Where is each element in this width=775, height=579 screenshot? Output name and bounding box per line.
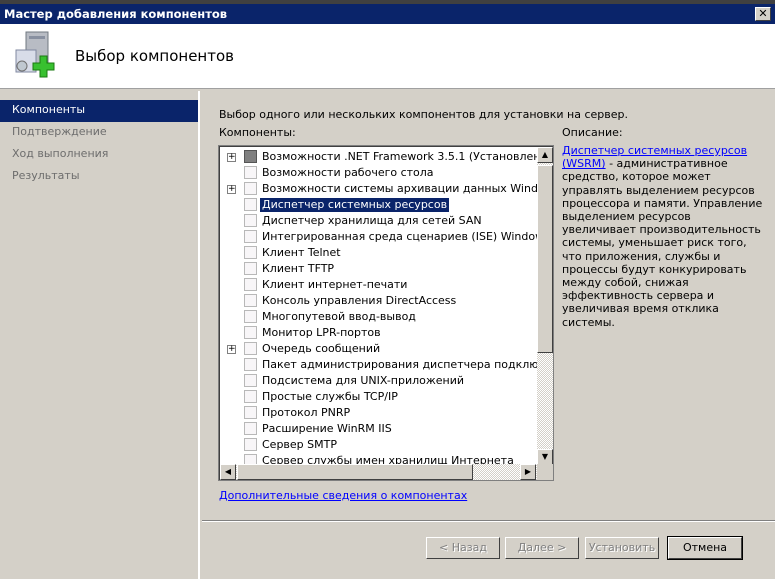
component-label: Расширение WinRM IIS bbox=[262, 422, 392, 435]
component-item[interactable]: Протокол PNRP bbox=[219, 405, 539, 421]
expand-icon[interactable]: + bbox=[227, 345, 236, 354]
component-checkbox[interactable] bbox=[244, 294, 257, 307]
component-item[interactable]: Подсистема для UNIX-приложений bbox=[219, 373, 539, 389]
component-item[interactable]: Диспетчер хранилища для сетей SAN bbox=[219, 213, 539, 229]
scroll-right-button[interactable]: ▶ bbox=[520, 464, 536, 480]
components-label: Компоненты: bbox=[219, 126, 296, 139]
component-item[interactable]: Пакет администрирования диспетчера подкл… bbox=[219, 357, 553, 373]
component-item[interactable]: Клиент интернет-печати bbox=[219, 277, 539, 293]
component-label: Возможности системы архивации данных Win… bbox=[262, 182, 553, 195]
component-checkbox[interactable] bbox=[244, 182, 257, 195]
component-label: Возможности .NET Framework 3.5.1 (Устано… bbox=[262, 150, 552, 163]
close-button[interactable]: ✕ bbox=[755, 7, 771, 21]
component-checkbox[interactable] bbox=[244, 198, 257, 211]
component-checkbox[interactable] bbox=[244, 310, 257, 323]
component-label: Диспетчер системных ресурсов bbox=[260, 198, 450, 212]
component-label: Возможности рабочего стола bbox=[262, 166, 434, 179]
component-checkbox[interactable] bbox=[244, 326, 257, 339]
nav-item-progress[interactable]: Ход выполнения bbox=[0, 144, 198, 166]
nav-item-results[interactable]: Результаты bbox=[0, 166, 198, 188]
component-item[interactable]: Многопутевой ввод-вывод bbox=[219, 309, 539, 325]
component-checkbox[interactable] bbox=[244, 374, 257, 387]
component-item[interactable]: + Возможности .NET Framework 3.5.1 (Устан… bbox=[219, 149, 551, 165]
more-info-link[interactable]: Дополнительные сведения о компонентах bbox=[219, 489, 467, 502]
component-item[interactable]: + Очередь сообщений bbox=[219, 341, 539, 357]
component-label: Клиент TFTP bbox=[262, 262, 335, 275]
component-item[interactable]: Сервер SMTP bbox=[219, 437, 539, 453]
scroll-down-button[interactable]: ▼ bbox=[537, 449, 553, 465]
scroll-corner bbox=[537, 464, 553, 480]
component-checkbox[interactable] bbox=[244, 342, 257, 355]
component-label: Подсистема для UNIX-приложений bbox=[262, 374, 465, 387]
component-checkbox[interactable] bbox=[244, 214, 257, 227]
install-button[interactable]: Установить bbox=[585, 537, 659, 559]
component-item[interactable]: Простые службы TCP/IP bbox=[219, 389, 539, 405]
component-item[interactable]: Клиент Telnet bbox=[219, 245, 539, 261]
description: Диспетчер системных ресурсов (WSRM) - ад… bbox=[562, 144, 767, 329]
next-button[interactable]: Далее > bbox=[505, 537, 579, 559]
window-title: Мастер добавления компонентов bbox=[4, 7, 228, 21]
expand-icon[interactable]: + bbox=[227, 185, 236, 194]
description-text: - административное средство, которое мож… bbox=[562, 157, 763, 329]
scroll-up-button[interactable]: ▲ bbox=[537, 147, 553, 163]
component-checkbox[interactable] bbox=[244, 406, 257, 419]
cancel-button[interactable]: Отмена bbox=[667, 536, 743, 560]
wizard-header: Выбор компонентов bbox=[0, 24, 775, 89]
component-item[interactable]: Расширение WinRM IIS bbox=[219, 421, 539, 437]
component-checkbox[interactable] bbox=[244, 390, 257, 403]
component-item[interactable]: + Возможности системы архивации данных Wi… bbox=[219, 181, 553, 197]
scroll-left-button[interactable]: ◀ bbox=[220, 464, 236, 480]
component-checkbox[interactable] bbox=[244, 422, 257, 435]
component-label: Пакет администрирования диспетчера подкл… bbox=[262, 358, 554, 371]
component-item[interactable]: Консоль управления DirectAccess bbox=[219, 293, 539, 309]
component-label: Монитор LPR-портов bbox=[262, 326, 381, 339]
intro-text: Выбор одного или нескольких компонентов … bbox=[219, 108, 628, 121]
wizard-nav: Компоненты Подтверждение Ход выполнения … bbox=[0, 91, 200, 579]
nav-item-confirmation[interactable]: Подтверждение bbox=[0, 122, 198, 144]
component-checkbox[interactable] bbox=[244, 278, 257, 291]
vertical-scroll-thumb[interactable] bbox=[537, 165, 553, 353]
component-checkbox[interactable] bbox=[244, 358, 257, 371]
component-item[interactable]: Клиент TFTP bbox=[219, 261, 539, 277]
expand-icon[interactable]: + bbox=[227, 153, 236, 162]
component-checkbox[interactable] bbox=[244, 150, 257, 163]
component-item[interactable]: Диспетчер системных ресурсов bbox=[219, 197, 539, 213]
component-label: Сервер SMTP bbox=[262, 438, 337, 451]
horizontal-scroll-thumb[interactable] bbox=[237, 464, 473, 480]
component-item[interactable]: Интегрированная среда сценариев (ISE) Wi… bbox=[219, 229, 553, 245]
page-title: Выбор компонентов bbox=[75, 47, 234, 65]
component-label: Клиент интернет-печати bbox=[262, 278, 408, 291]
component-label: Очередь сообщений bbox=[262, 342, 381, 355]
component-item[interactable]: Возможности рабочего стола bbox=[219, 165, 539, 181]
nav-item-components[interactable]: Компоненты bbox=[0, 100, 198, 122]
footer-separator bbox=[202, 520, 775, 522]
component-label: Протокол PNRP bbox=[262, 406, 351, 419]
component-label: Клиент Telnet bbox=[262, 246, 341, 259]
back-button[interactable]: < Назад bbox=[426, 537, 500, 559]
horizontal-scrollbar[interactable]: ◀ ▶ bbox=[220, 464, 537, 480]
component-checkbox[interactable] bbox=[244, 166, 257, 179]
vertical-scrollbar[interactable]: ▲ ▼ bbox=[537, 147, 553, 465]
component-label: Консоль управления DirectAccess bbox=[262, 294, 457, 307]
component-checkbox[interactable] bbox=[244, 230, 257, 243]
server-add-feature-icon bbox=[15, 31, 55, 78]
component-item[interactable]: Монитор LPR-портов bbox=[219, 325, 539, 341]
components-list[interactable]: Сервер службы имен хранилищ Интернета Сер… bbox=[218, 145, 554, 481]
component-label: Многопутевой ввод-вывод bbox=[262, 310, 416, 323]
title-bar[interactable]: Мастер добавления компонентов ✕ bbox=[0, 4, 775, 24]
component-label: Простые службы TCP/IP bbox=[262, 390, 398, 403]
component-checkbox[interactable] bbox=[244, 262, 257, 275]
component-checkbox[interactable] bbox=[244, 246, 257, 259]
component-label: Диспетчер хранилища для сетей SAN bbox=[262, 214, 482, 227]
component-label: Интегрированная среда сценариев (ISE) Wi… bbox=[262, 230, 553, 243]
description-label: Описание: bbox=[562, 126, 623, 139]
component-checkbox[interactable] bbox=[244, 438, 257, 451]
